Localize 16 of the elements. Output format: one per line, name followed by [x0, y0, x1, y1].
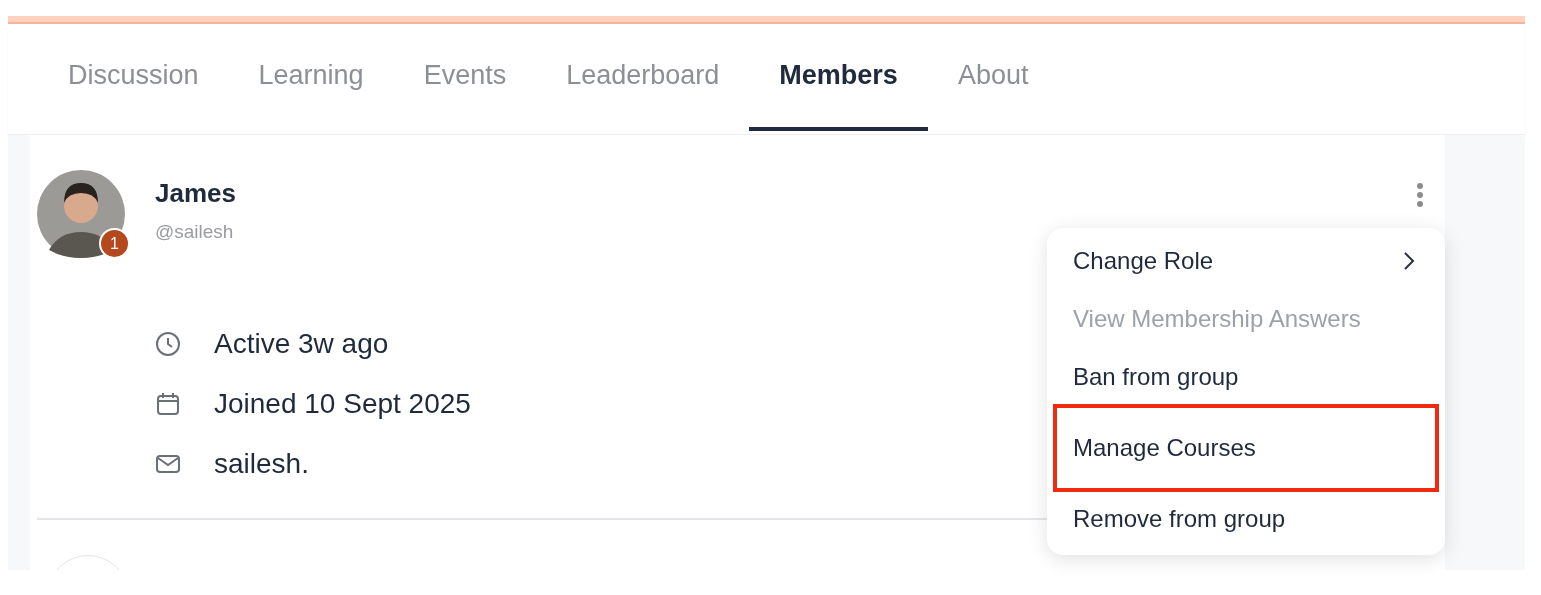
tab[interactable]: Members: [749, 23, 928, 131]
tab[interactable]: About: [927, 23, 1059, 131]
notification-badge: 1: [99, 228, 130, 259]
detail-text: sailesh.: [214, 448, 309, 480]
menu-item[interactable]: Change Role: [1047, 232, 1437, 290]
tab[interactable]: Discussion: [38, 23, 229, 131]
member-handle: @sailesh: [155, 221, 235, 243]
tab[interactable]: Learning: [228, 23, 394, 131]
menu-item[interactable]: Manage Courses: [1055, 406, 1437, 490]
member-name: James: [155, 178, 236, 209]
menu-item[interactable]: Ban from group: [1047, 348, 1437, 406]
detail-text: Active 3w ago: [214, 328, 389, 360]
detail-text: Joined 10 Sept 2025: [214, 388, 471, 420]
menu-item[interactable]: Remove from group: [1047, 490, 1437, 548]
tab[interactable]: Events: [393, 23, 537, 131]
tab[interactable]: Leaderboard: [536, 23, 750, 131]
